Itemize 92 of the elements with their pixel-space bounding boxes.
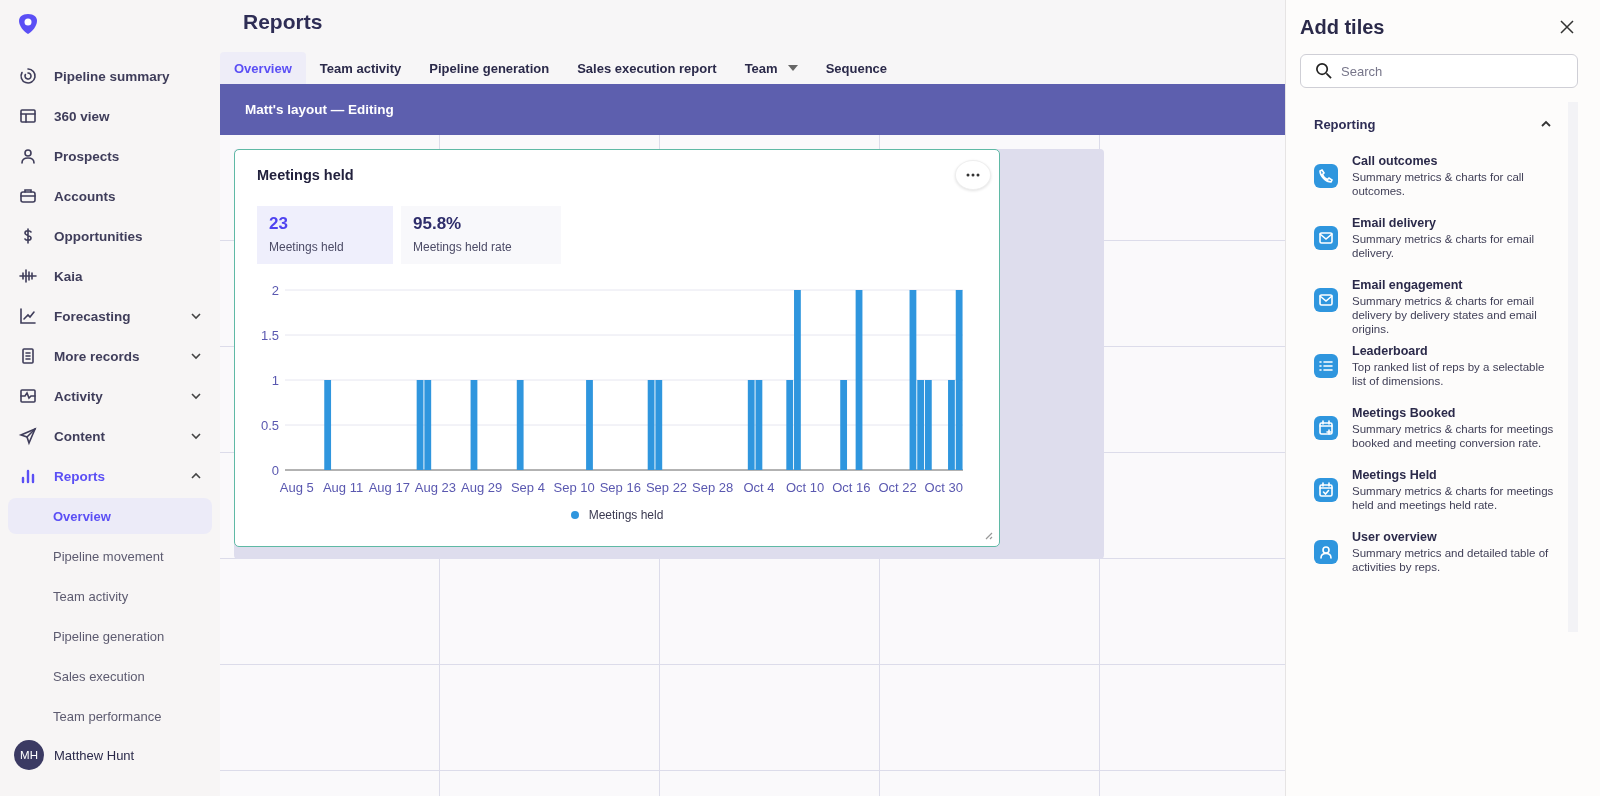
search-field[interactable]: Search: [1300, 54, 1578, 88]
tile-option-title[interactable]: Email delivery: [1352, 216, 1556, 230]
phone-icon: [1314, 164, 1338, 188]
nav-item[interactable]: Prospects: [8, 136, 212, 176]
tile-option-title[interactable]: Call outcomes: [1352, 154, 1556, 168]
y-tick-label: 0: [271, 463, 279, 478]
x-tick-label: Oct 30: [924, 480, 963, 495]
page-title: Reports: [243, 10, 324, 35]
tile-option-description: Summary metrics & charts for meetings held and meetings held rate.: [1352, 484, 1555, 512]
nav-subitem[interactable]: Team performance: [8, 698, 212, 734]
x-tick-label: Sep 4: [510, 480, 545, 495]
list-icon: [1314, 354, 1338, 378]
tile-option-description: Top ranked list of reps by a selectable list of dimensions.: [1352, 360, 1546, 388]
metric-card[interactable]: 23 Meetings held: [257, 206, 393, 264]
x-tick-label: Oct 4: [743, 480, 775, 495]
trend-chart-icon: [18, 306, 38, 326]
waveform-icon: [18, 266, 38, 286]
x-tick-label: Sep 22: [645, 480, 688, 495]
tab[interactable]: Team activity: [305, 52, 416, 84]
envelope-icon: [1314, 226, 1338, 250]
nav-subitem[interactable]: Overview: [8, 498, 212, 534]
logo-icon: [16, 12, 40, 36]
close-icon[interactable]: [1560, 20, 1574, 34]
tile-title: Meetings held: [257, 167, 354, 183]
tile-option-title[interactable]: User overview: [1352, 530, 1556, 544]
banner-text: Matt's layout — Editing: [245, 102, 394, 117]
x-tick-label: Sep 28: [692, 480, 734, 495]
metric-label: Meetings held rate: [413, 240, 513, 254]
nav-item[interactable]: Pipeline summary: [8, 56, 212, 96]
y-tick-label: 1.5: [260, 328, 279, 343]
tab[interactable]: Pipeline generation: [415, 52, 564, 84]
x-tick-label: Aug 29: [461, 480, 503, 495]
tile-option-description: Summary metrics and detailed table of activities by reps.: [1352, 546, 1550, 574]
y-tick-label: 2: [271, 283, 279, 298]
nav-item[interactable]: More records: [8, 336, 212, 376]
tile-option-title[interactable]: Meetings Booked: [1352, 406, 1556, 420]
pipeline-icon: [18, 66, 38, 86]
nav-item[interactable]: Kaia: [8, 256, 212, 296]
nav-subitem[interactable]: Team activity: [8, 578, 212, 614]
ellipsis-icon: [966, 173, 980, 177]
x-tick-label: Aug 5: [279, 480, 314, 495]
tile-option-title[interactable]: Meetings Held: [1352, 468, 1556, 482]
panel-title: Add tiles: [1300, 15, 1385, 39]
x-tick-label: Sep 10: [553, 480, 595, 495]
tile-option-description: Summary metrics & charts for meetings booked and meeting conversion rate.: [1352, 422, 1555, 450]
x-tick-label: Oct 16: [832, 480, 871, 495]
metric-card[interactable]: 95.8% Meetings held rate: [401, 206, 561, 264]
nav-subitem[interactable]: Pipeline generation: [8, 618, 212, 654]
user-name: Matthew Hunt: [54, 747, 135, 763]
tab[interactable]: Team: [730, 52, 812, 84]
nav-item[interactable]: Opportunities: [8, 216, 212, 256]
nav-item[interactable]: Activity: [8, 376, 212, 416]
metric-label: Meetings held: [269, 240, 345, 254]
x-tick-label: Oct 22: [878, 480, 917, 495]
envelope-icon: [1314, 288, 1338, 312]
tile-option-title[interactable]: Leaderboard: [1352, 344, 1556, 358]
nav-item[interactable]: Reports: [8, 456, 212, 496]
nav-item[interactable]: Forecasting: [8, 296, 212, 336]
calendar-check-icon: [1314, 478, 1338, 502]
tab[interactable]: Overview: [220, 52, 306, 84]
briefcase-icon: [18, 186, 38, 206]
y-tick-label: 0.5: [260, 418, 279, 433]
resize-handle-icon[interactable]: [983, 530, 993, 540]
metric-value: 95.8%: [413, 214, 463, 234]
tab[interactable]: Sequence: [811, 52, 902, 84]
y-tick-label: 1: [271, 373, 279, 388]
x-tick-label: Aug 23: [414, 480, 457, 495]
metric-value: 23: [269, 214, 289, 234]
tab[interactable]: Sales execution report: [563, 52, 731, 84]
nav-item[interactable]: 360 view: [8, 96, 212, 136]
x-tick-label: Aug 11: [322, 480, 364, 495]
nav-item[interactable]: Accounts: [8, 176, 212, 216]
paper-plane-icon: [18, 426, 38, 446]
nav-item[interactable]: Content: [8, 416, 212, 456]
x-tick-label: Oct 10: [786, 480, 825, 495]
nav-subitem[interactable]: Pipeline movement: [8, 538, 212, 574]
x-tick-label: Aug 17: [368, 480, 410, 495]
tile-option-title[interactable]: Email engagement: [1352, 278, 1556, 292]
user-avatar[interactable]: MH: [14, 740, 44, 770]
tile-option-description: Summary metrics & charts for email delivery by delivery states and email origins.: [1352, 294, 1538, 336]
person-icon: [18, 146, 38, 166]
section-header[interactable]: Reporting: [1314, 102, 1556, 146]
more-button[interactable]: [955, 160, 991, 190]
tile-option-description: Summary metrics & charts for email delivery.: [1352, 232, 1536, 260]
legend-label: Meetings held: [588, 508, 664, 522]
person-icon: [1314, 540, 1338, 564]
activity-icon: [18, 386, 38, 406]
nav-subitem[interactable]: Sales execution: [8, 658, 212, 694]
x-tick-label: Sep 16: [599, 480, 641, 495]
tile-option-description: Summary metrics & charts for call outcomes.: [1352, 170, 1525, 198]
layout-icon: [18, 106, 38, 126]
calendar-plus-icon: [1314, 416, 1338, 440]
